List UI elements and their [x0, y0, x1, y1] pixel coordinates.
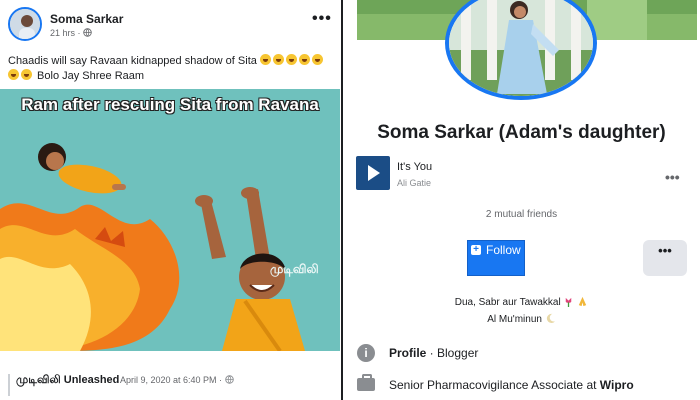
meme-watermark: முடிவிலி [270, 262, 319, 276]
follow-button-label: Follow [486, 243, 521, 257]
shared-date-text: April 9, 2020 at 6:40 PM · [120, 375, 225, 385]
shared-divider [8, 374, 10, 396]
profile-category-value: · Blogger [426, 346, 479, 360]
meme-caption: Ram after rescuing Sita from Ravana [21, 95, 319, 114]
profile-category-label: Profile [389, 346, 427, 360]
laughing-emoji-icon [285, 54, 297, 65]
work-title: Senior Pharmacovigilance Associate at [389, 378, 600, 392]
follow-plus-icon: + [471, 245, 481, 255]
follow-button[interactable]: + Follow [467, 240, 525, 276]
shared-post-date[interactable]: April 9, 2020 at 6:40 PM · [120, 375, 234, 385]
laughing-emoji-icon [272, 54, 284, 65]
profile-name: Soma Sarkar (Adam's daughter) [377, 122, 666, 143]
music-more-icon[interactable]: ••• [665, 169, 680, 185]
globe-icon [224, 375, 234, 384]
post-text-line1: Chaadis will say Ravaan kidnapped shadow… [8, 55, 260, 67]
briefcase-icon [357, 374, 375, 391]
post-timestamp[interactable]: 21 hrs · [50, 28, 92, 38]
mutual-friends[interactable]: 2 mutual friends [343, 209, 700, 220]
crescent-moon-icon [546, 313, 555, 324]
post-meme-image[interactable]: Ram after rescuing Sita from Ravana முடி… [0, 89, 340, 351]
info-icon: i [357, 344, 375, 362]
laughing-emoji-icon [311, 54, 323, 65]
bio-line1-text: Dua, Sabr aur Tawakkal [454, 297, 561, 308]
bio-line1: Dua, Sabr aur Tawakkal [343, 296, 700, 308]
praying-hands-icon [579, 296, 587, 307]
post-time: 21 hrs · [50, 28, 84, 38]
shared-page-name[interactable]: முடிவிலி Unleashed [16, 374, 119, 388]
work-company[interactable]: Wipro [600, 378, 634, 392]
profile-picture[interactable] [445, 0, 597, 100]
music-artist: Ali Gatie [397, 178, 432, 188]
music-title[interactable]: It's You [397, 161, 432, 173]
laughing-emoji-icon [259, 54, 271, 65]
post-text: Chaadis will say Ravaan kidnapped shadow… [8, 54, 336, 84]
globe-icon [83, 28, 92, 37]
profile-more-button[interactable]: ••• [643, 240, 687, 276]
post-more-icon[interactable]: ••• [312, 10, 332, 28]
post-text-line2: Bolo Jay Shree Raam [34, 70, 145, 82]
post-author-name[interactable]: Soma Sarkar [50, 12, 123, 26]
work-row: Senior Pharmacovigilance Associate at Wi… [389, 378, 634, 392]
laughing-emoji-icon [298, 54, 310, 65]
laughing-emoji-icon [8, 69, 19, 80]
tulip-icon [566, 297, 572, 307]
post-avatar[interactable] [8, 7, 42, 41]
bio-line2-text: Al Mu'minun [487, 314, 542, 325]
profile-panel: Soma Sarkar (Adam's daughter) It's You A… [343, 0, 700, 400]
play-icon[interactable] [368, 165, 380, 181]
profile-category-row: Profile · Blogger [389, 346, 478, 360]
meme-illustration [0, 89, 340, 351]
laughing-emoji-icon [21, 69, 32, 80]
post-panel: Soma Sarkar 21 hrs · ••• Chaadis will sa… [0, 0, 340, 400]
bio-line2: Al Mu'minun [343, 313, 700, 325]
music-album-cover[interactable] [356, 156, 390, 190]
